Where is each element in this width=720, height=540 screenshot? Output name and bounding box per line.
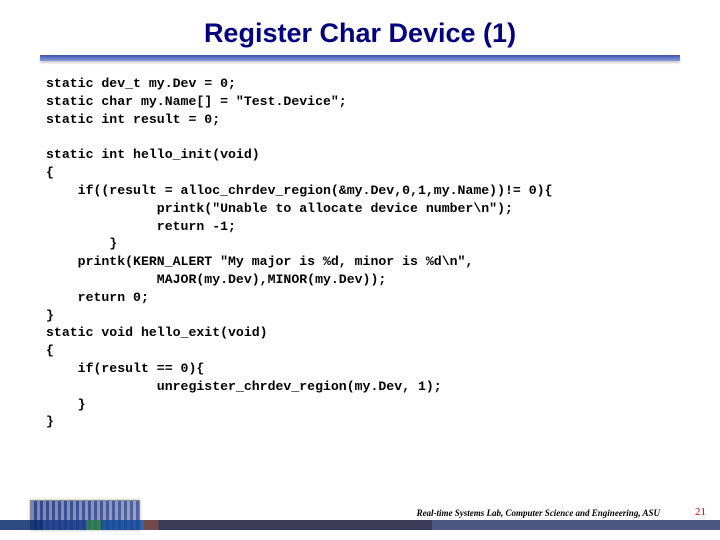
footer: Real-time Systems Lab, Computer Science … [0,496,720,530]
slide: Register Char Device (1) static dev_t my… [0,0,720,540]
footer-attribution: Real-time Systems Lab, Computer Science … [417,508,660,518]
title-divider [40,55,680,61]
page-number: 21 [695,506,706,518]
footer-bar [0,520,720,530]
code-block: static dev_t my.Dev = 0; static char my.… [40,75,680,431]
slide-title: Register Char Device (1) [40,18,680,49]
